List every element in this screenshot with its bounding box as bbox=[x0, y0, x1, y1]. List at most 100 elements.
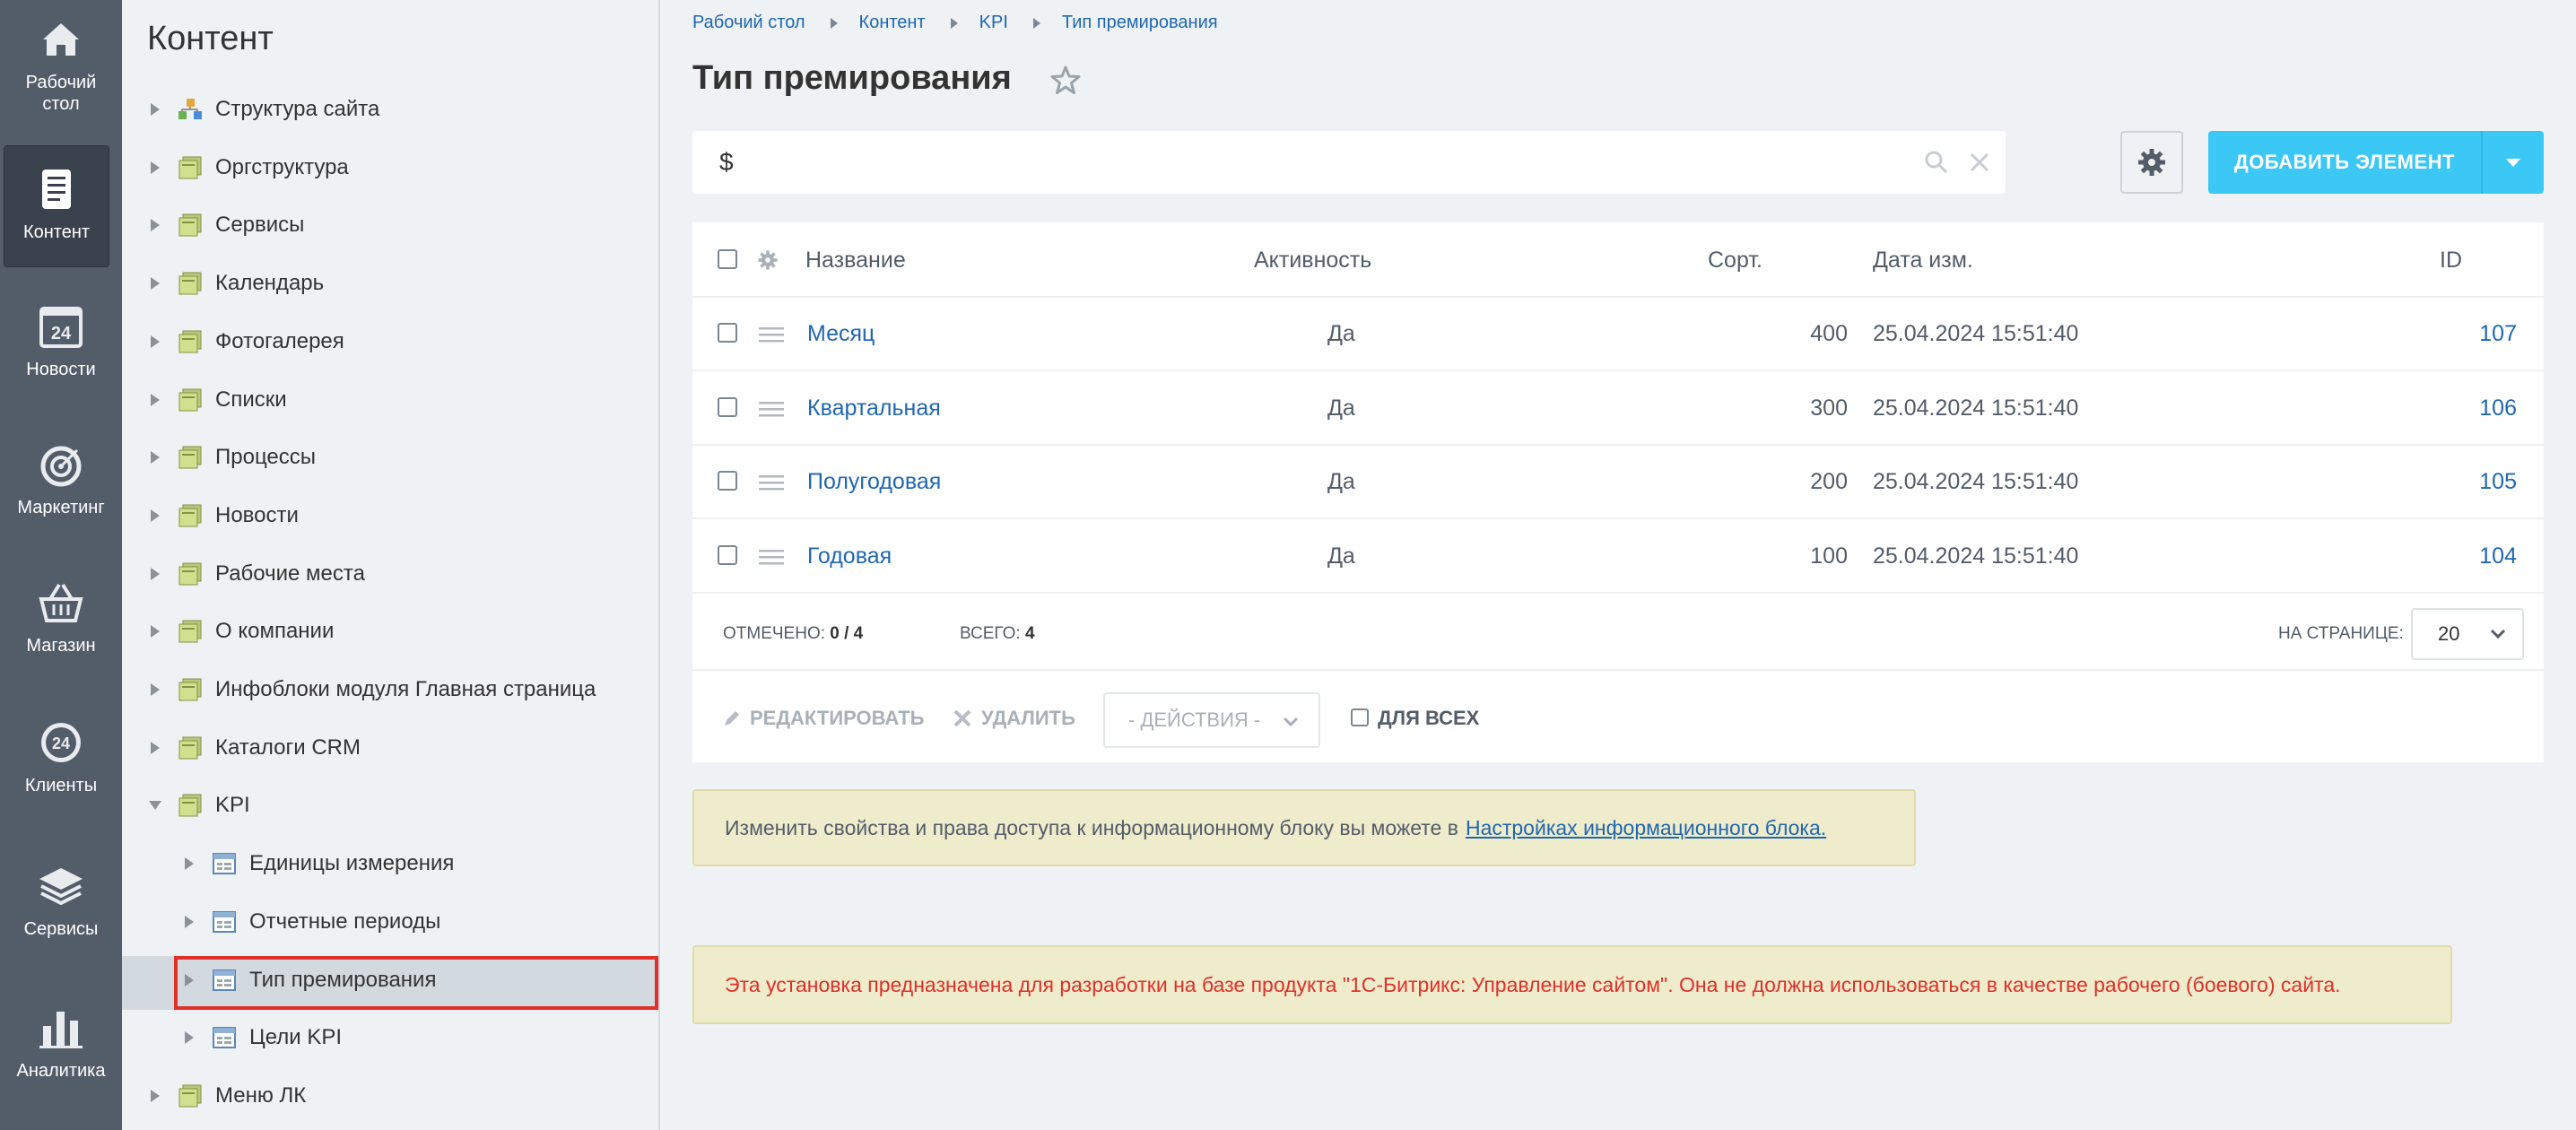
edit-action[interactable]: РЕДАКТИРОВАТЬ bbox=[721, 707, 924, 730]
expand-right-icon[interactable] bbox=[151, 277, 160, 290]
drag-handle-icon[interactable] bbox=[759, 326, 784, 343]
page-title: Тип премирования bbox=[692, 59, 1012, 97]
nav-desktop[interactable]: Рабочий стол bbox=[0, 14, 122, 115]
row-id[interactable]: 105 bbox=[2397, 469, 2517, 495]
select-all-checkbox[interactable] bbox=[718, 249, 737, 269]
column-header-id[interactable]: ID bbox=[2440, 248, 2462, 274]
expand-right-icon[interactable] bbox=[151, 161, 160, 174]
tree-node-17[interactable]: Цели KPI bbox=[181, 1014, 342, 1061]
table-row[interactable]: Квартальная Да 300 25.04.2024 15:51:40 106 bbox=[692, 372, 2544, 446]
search-input[interactable] bbox=[719, 143, 1885, 181]
expand-right-icon[interactable] bbox=[185, 916, 194, 928]
tree-node-5[interactable]: Фотогалерея bbox=[147, 318, 344, 365]
row-id[interactable]: 106 bbox=[2397, 396, 2517, 422]
delete-action[interactable]: УДАЛИТЬ bbox=[953, 707, 1075, 730]
column-header-date[interactable]: Дата изм. bbox=[1873, 248, 1973, 274]
tree-node-3[interactable]: Сервисы bbox=[147, 202, 304, 248]
basket-icon bbox=[39, 583, 83, 622]
drag-handle-icon[interactable] bbox=[759, 549, 784, 565]
expand-right-icon[interactable] bbox=[151, 103, 160, 116]
nav-analytics[interactable]: Аналитика bbox=[0, 1003, 122, 1082]
column-header-active[interactable]: Активность bbox=[1254, 248, 1371, 274]
expand-right-icon[interactable] bbox=[151, 742, 160, 754]
row-checkbox[interactable] bbox=[718, 471, 737, 491]
add-element-dropdown[interactable] bbox=[2483, 158, 2544, 167]
calendar-24-icon: 24 bbox=[39, 307, 83, 348]
star-icon[interactable] bbox=[1049, 65, 1082, 97]
per-page-select[interactable]: 20 bbox=[2411, 608, 2524, 660]
breadcrumb: Рабочий стол Контент KPI Тип премировани… bbox=[692, 13, 1218, 33]
for-all-label[interactable]: ДЛЯ ВСЕХ bbox=[1378, 707, 1479, 730]
row-checkbox[interactable] bbox=[718, 544, 737, 565]
expand-right-icon[interactable] bbox=[185, 974, 194, 987]
expand-right-icon[interactable] bbox=[151, 1090, 160, 1102]
column-header-name[interactable]: Название bbox=[805, 248, 906, 274]
row-name-link[interactable]: Квартальная bbox=[807, 396, 941, 422]
tree-node-10[interactable]: О компании bbox=[147, 608, 334, 655]
expand-right-icon[interactable] bbox=[151, 568, 160, 580]
tree-node-18[interactable]: Меню ЛК bbox=[147, 1073, 306, 1119]
row-checkbox[interactable] bbox=[718, 323, 737, 343]
iblock-settings-link[interactable]: Настройках информационного блока. bbox=[1466, 816, 1826, 840]
expand-right-icon[interactable] bbox=[151, 451, 160, 464]
tree-node-label: Оргструктура bbox=[215, 155, 349, 179]
tree-node-13[interactable]: KPI bbox=[147, 782, 250, 829]
tree-node-11[interactable]: Инфоблоки модуля Главная страница bbox=[147, 666, 596, 713]
search-icon[interactable] bbox=[1923, 149, 1950, 176]
add-element-button[interactable]: ДОБАВИТЬ ЭЛЕМЕНТ bbox=[2208, 131, 2544, 194]
tree-node-2[interactable]: Оргструктура bbox=[147, 144, 349, 191]
column-header-sort[interactable]: Сорт. bbox=[1708, 248, 1762, 274]
layers-icon bbox=[39, 868, 83, 906]
expand-right-icon[interactable] bbox=[151, 509, 160, 522]
row-checkbox[interactable] bbox=[718, 396, 737, 417]
expand-right-icon[interactable] bbox=[151, 219, 160, 231]
drag-handle-icon[interactable] bbox=[759, 401, 784, 417]
settings-button[interactable] bbox=[2120, 131, 2183, 194]
nav-content[interactable]: Контент bbox=[4, 145, 109, 267]
expand-down-icon[interactable] bbox=[149, 801, 161, 810]
row-date: 25.04.2024 15:51:40 bbox=[1873, 543, 2079, 569]
row-id[interactable]: 104 bbox=[2397, 543, 2517, 569]
tree-node-16[interactable]: Тип премирования bbox=[181, 957, 436, 1004]
tree-node-15[interactable]: Отчетные периоды bbox=[181, 899, 440, 945]
tree-node-12[interactable]: Каталоги CRM bbox=[147, 725, 361, 771]
table-row[interactable]: Полугодовая Да 200 25.04.2024 15:51:40 105 bbox=[692, 446, 2544, 519]
nav-content-label: Контент bbox=[22, 222, 91, 242]
breadcrumb-content[interactable]: Контент bbox=[859, 13, 926, 33]
gear-icon[interactable] bbox=[757, 249, 779, 271]
row-name-link[interactable]: Полугодовая bbox=[807, 469, 941, 495]
breadcrumb-kpi[interactable]: KPI bbox=[979, 13, 1008, 33]
content-tree-panel: Контент Структура сайта Оргструктура Серви… bbox=[122, 0, 660, 1130]
tree-node-9[interactable]: Рабочие места bbox=[147, 551, 365, 597]
expand-right-icon[interactable] bbox=[151, 394, 160, 406]
for-all-checkbox[interactable] bbox=[1351, 708, 1369, 726]
expand-right-icon[interactable] bbox=[185, 857, 194, 870]
close-icon[interactable] bbox=[1966, 149, 1993, 176]
drag-handle-icon[interactable] bbox=[759, 474, 784, 491]
tree-node-4[interactable]: Календарь bbox=[147, 260, 324, 307]
table-row[interactable]: Месяц Да 400 25.04.2024 15:51:40 107 bbox=[692, 298, 2544, 371]
breadcrumb-current[interactable]: Тип премирования bbox=[1062, 13, 1218, 33]
actions-select[interactable]: - ДЕЙСТВИЯ - bbox=[1103, 692, 1320, 748]
nav-services[interactable]: Сервисы bbox=[0, 861, 122, 940]
expand-right-icon[interactable] bbox=[151, 683, 160, 696]
tree-node-6[interactable]: Списки bbox=[147, 377, 287, 423]
row-name-link[interactable]: Месяц bbox=[807, 321, 875, 347]
tree-node-label: Календарь bbox=[215, 271, 325, 295]
expand-right-icon[interactable] bbox=[151, 335, 160, 348]
tree-node-8[interactable]: Новости bbox=[147, 492, 299, 539]
tree-node-1[interactable]: Структура сайта bbox=[147, 86, 379, 133]
expand-right-icon[interactable] bbox=[185, 1031, 194, 1044]
expand-right-icon[interactable] bbox=[151, 625, 160, 638]
nav-shop[interactable]: Магазин bbox=[0, 578, 122, 656]
row-name-link[interactable]: Годовая bbox=[807, 543, 892, 569]
tree-node-7[interactable]: Процессы bbox=[147, 434, 316, 481]
nav-news[interactable]: 24 Новости bbox=[0, 301, 122, 380]
breadcrumb-desktop[interactable]: Рабочий стол bbox=[692, 13, 805, 33]
nav-marketing[interactable]: Маркетинг bbox=[0, 439, 122, 518]
tree-node-14[interactable]: Единицы измерения bbox=[181, 840, 454, 887]
row-id[interactable]: 107 bbox=[2397, 321, 2517, 347]
table-row[interactable]: Годовая Да 100 25.04.2024 15:51:40 104 bbox=[692, 520, 2544, 594]
nav-clients[interactable]: 24 Клиенты bbox=[0, 717, 122, 796]
grid-footer: ОТМЕЧЕНО: 0 / 4 ВСЕГО: 4 НА СТРАНИЦЕ: 20 bbox=[692, 594, 2544, 671]
